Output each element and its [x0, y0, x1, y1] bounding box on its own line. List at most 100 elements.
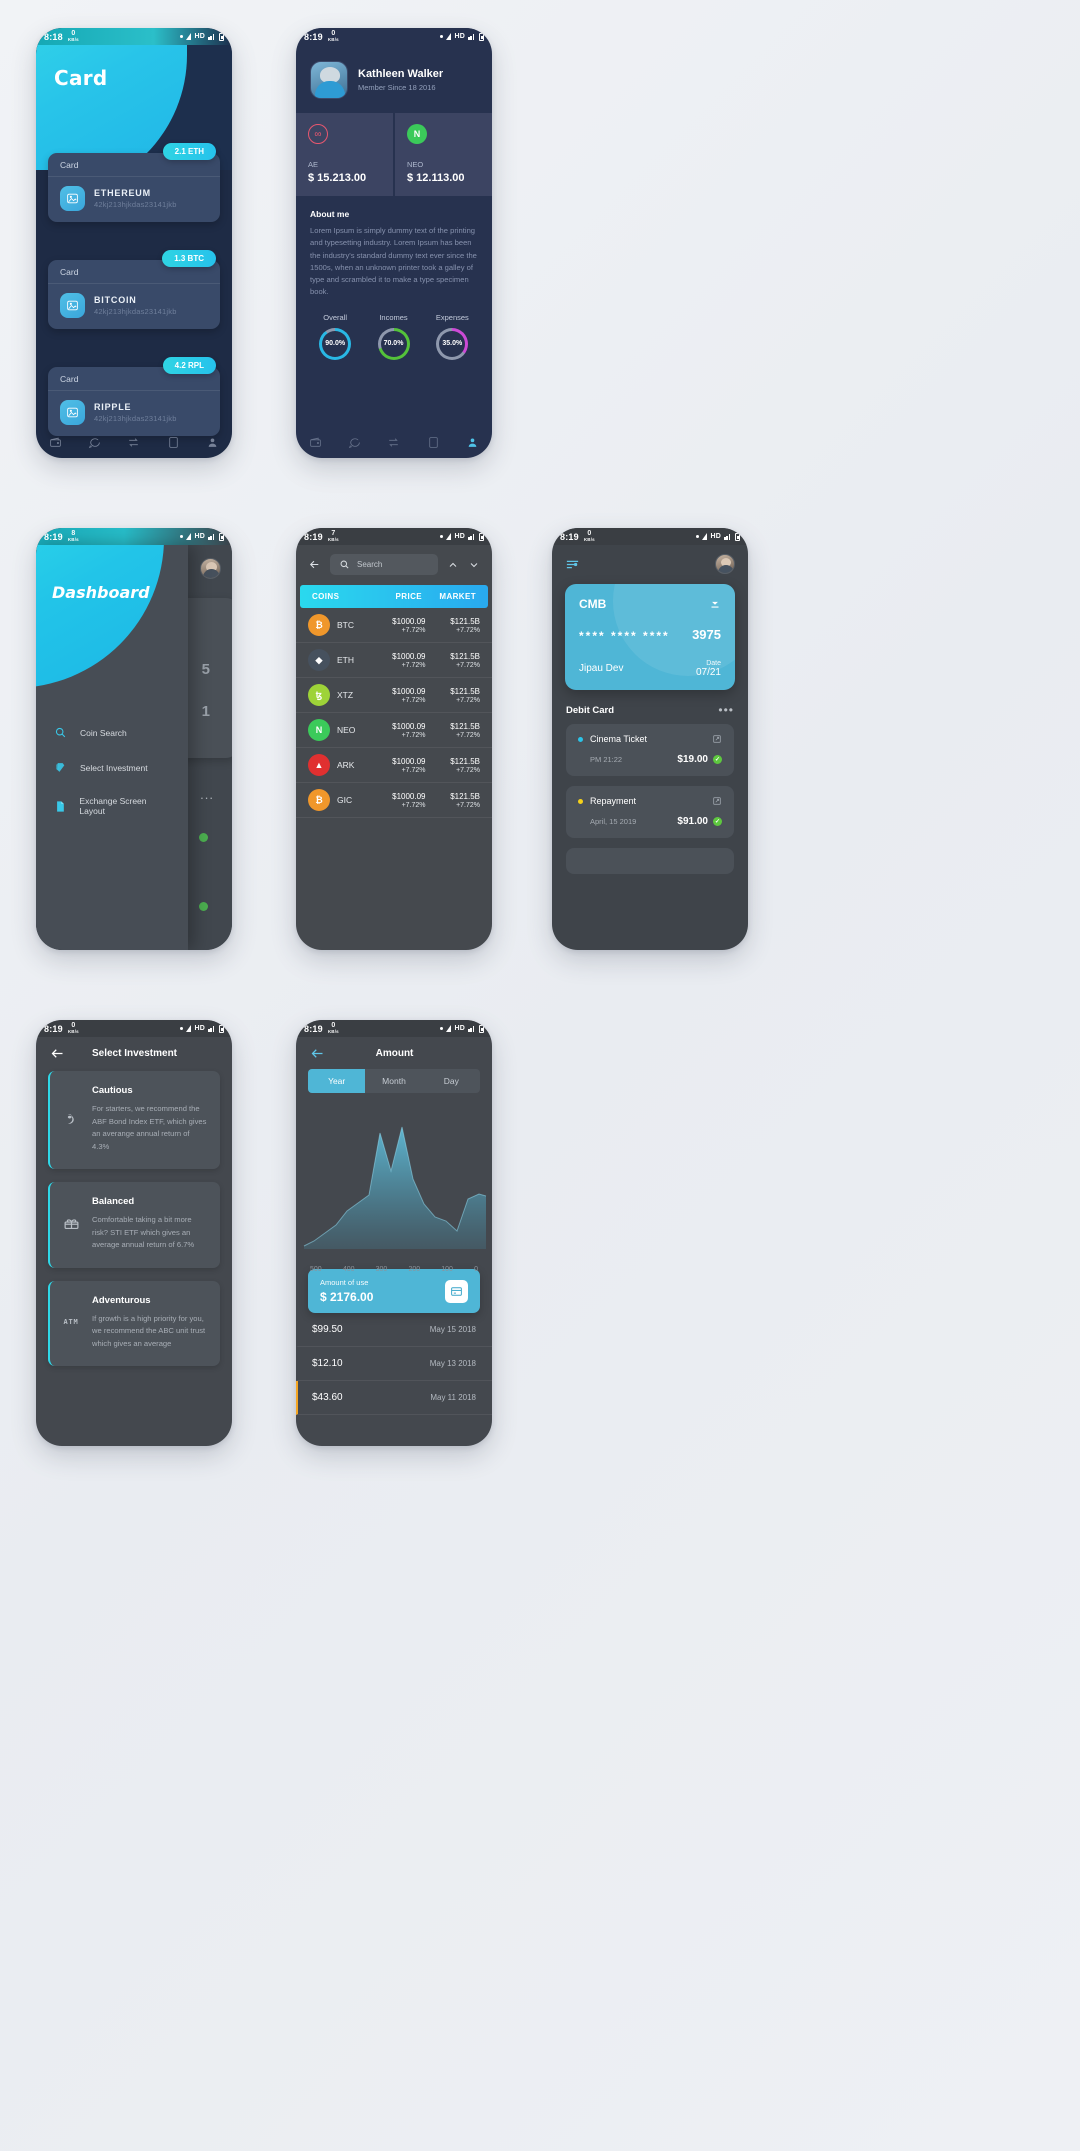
wallet-amount: $ 15.213.00: [308, 172, 367, 184]
open-external-icon[interactable]: [712, 734, 722, 744]
document-icon: [57, 800, 64, 812]
invest-top-bar: Select Investment: [36, 1037, 232, 1071]
bottom-navigation[interactable]: [36, 432, 232, 458]
check-icon: ✓: [713, 817, 722, 826]
coin-hash: 42kj213hjkdas23141jkb: [94, 307, 177, 316]
chart-area: [304, 1127, 486, 1249]
transaction-name: Repayment: [590, 796, 637, 806]
tick-label: 100: [441, 1266, 453, 1273]
ribbon-icon: [50, 1085, 92, 1153]
status-icons: HD: [440, 1023, 484, 1033]
tab-month[interactable]: Month: [365, 1069, 422, 1093]
open-external-icon[interactable]: [712, 796, 722, 806]
usage-area-chart: 500 400 300 200 100 0: [296, 1099, 492, 1273]
drawer-item-exchange-screen-layout[interactable]: Exchange Screen Layout: [36, 785, 188, 827]
search-icon: [340, 560, 349, 569]
table-row[interactable]: ◆ ETH $1000.09 +7.72% $121.5B +7.72%: [296, 643, 492, 678]
chart-svg: [303, 1126, 487, 1249]
table-row[interactable]: ▲ ARK $1000.09 +7.72% $121.5B +7.72%: [296, 748, 492, 783]
nav-person-icon[interactable]: [466, 436, 479, 454]
market-cell: $121.5B +7.72%: [450, 756, 480, 774]
search-bar: Search: [296, 545, 492, 585]
search-input[interactable]: Search: [330, 554, 438, 575]
chevron-up-icon[interactable]: [447, 559, 459, 571]
amount-summary-card[interactable]: Amount of use $ 2176.00: [308, 1269, 480, 1313]
nav-wallet-icon[interactable]: [49, 436, 62, 454]
more-options-icon[interactable]: •••: [718, 703, 734, 717]
avatar[interactable]: [715, 554, 735, 574]
bottom-navigation[interactable]: [296, 432, 492, 458]
transaction-row[interactable]: Cinema Ticket PM 21:22 $19.00 ✓: [566, 724, 734, 776]
battery-icon: [219, 531, 224, 541]
dot-icon: [696, 535, 700, 538]
chevron-down-icon[interactable]: [468, 559, 480, 571]
nav-wallet-icon[interactable]: [309, 436, 322, 454]
status-network-speed: 0 KB/s: [67, 1022, 79, 1034]
signal-triangle-icon: [186, 533, 192, 540]
stat-overall: Overall 90.0%: [319, 313, 352, 360]
hd-label: HD: [194, 1025, 205, 1032]
status-network-speed: 0 KB/s: [327, 30, 339, 42]
table-row[interactable]: ₿ GIC $1000.09 +7.72% $121.5B +7.72%: [296, 783, 492, 818]
status-icons: HD: [696, 531, 740, 541]
card-balance-badge: 4.2 RPL: [162, 357, 216, 374]
download-icon[interactable]: [708, 596, 722, 615]
tab-year[interactable]: Year: [308, 1069, 366, 1093]
investment-option-cautious[interactable]: Cautious For starters, we recommend the …: [48, 1071, 220, 1170]
profile-member-since: Member Since 18 2016: [358, 83, 436, 92]
nav-exchange-icon[interactable]: [127, 436, 140, 454]
background-more-icon: ...: [200, 787, 214, 802]
nav-person-icon[interactable]: [206, 436, 219, 454]
nav-exchange-icon[interactable]: [387, 436, 400, 454]
drawer-item-select-investment[interactable]: Select Investment: [36, 750, 188, 785]
tab-day[interactable]: Day: [423, 1069, 480, 1093]
status-network-speed: 7 KB/s: [327, 530, 339, 542]
battery-icon: [479, 31, 484, 41]
transaction-row-partial[interactable]: [566, 848, 734, 874]
transaction-row[interactable]: Repayment April, 15 2019 $91.00 ✓: [566, 786, 734, 838]
crypto-card-bitcoin[interactable]: 1.3 BTC Card BITCOIN 42kj213hjkdas23141j…: [48, 250, 220, 329]
coin-image-icon: [60, 400, 85, 425]
bank-name: CMB: [579, 597, 607, 611]
price-cell: $1000.09 +7.72%: [392, 651, 426, 669]
dot-icon: [440, 535, 444, 538]
debit-top-bar: [552, 545, 748, 578]
history-row[interactable]: $12.10 May 13 2018: [296, 1347, 492, 1381]
back-arrow-icon[interactable]: [310, 1046, 325, 1061]
nav-cards-icon[interactable]: [167, 436, 180, 454]
battery-icon: [479, 1023, 484, 1033]
history-list: $99.50 May 15 2018 $12.10 May 13 2018 $4…: [296, 1313, 492, 1415]
signal-bars-icon: [208, 533, 216, 540]
nav-chat-icon[interactable]: [348, 436, 361, 454]
card-date-value: 07/21: [695, 667, 721, 678]
signal-triangle-icon: [446, 33, 452, 40]
drawer-item-coin-search[interactable]: Coin Search: [36, 715, 188, 750]
status-bar-card: 8:18 0 KB/s HD: [36, 28, 232, 45]
nav-cards-icon[interactable]: [427, 436, 440, 454]
crypto-card-ethereum[interactable]: 2.1 ETH Card ETHEREUM 42kj213hjkdas23141…: [48, 143, 220, 222]
avatar[interactable]: [200, 558, 221, 579]
table-row[interactable]: ₿ BTC $1000.09 +7.72% $121.5B +7.72%: [296, 608, 492, 643]
nav-chat-icon[interactable]: [88, 436, 101, 454]
filter-icon[interactable]: [565, 557, 580, 572]
wallet-card-neo[interactable]: N NEO $ 12.113.00: [395, 113, 492, 196]
coin-symbol-icon: N: [308, 719, 330, 741]
investment-option-adventurous[interactable]: ATM Adventurous If growth is a high prio…: [48, 1280, 220, 1367]
table-row[interactable]: ꜩ XTZ $1000.09 +7.72% $121.5B +7.72%: [296, 678, 492, 713]
coin-image-icon: [60, 293, 85, 318]
wallet-ticker: AE: [308, 160, 319, 169]
progress-ring: 70.0%: [377, 327, 410, 360]
wallet-card-ae[interactable]: ∞ AE $ 15.213.00: [296, 113, 393, 196]
back-arrow-icon[interactable]: [50, 1046, 65, 1061]
price-cell: $1000.09 +7.72%: [392, 791, 426, 809]
history-row[interactable]: $99.50 May 15 2018: [296, 1313, 492, 1347]
table-row[interactable]: N NEO $1000.09 +7.72% $121.5B +7.72%: [296, 713, 492, 748]
hd-label: HD: [194, 533, 205, 540]
signal-bars-icon: [468, 33, 476, 40]
investment-option-balanced[interactable]: Balanced Comfortable taking a bit more r…: [48, 1182, 220, 1268]
bank-card[interactable]: CMB **** **** **** 3975 Jipau Dev Date 0…: [565, 584, 735, 690]
history-row[interactable]: $43.60 May 11 2018: [296, 1381, 492, 1415]
crypto-card-ripple[interactable]: 4.2 RPL Card RIPPLE 42kj213hjkdas23141jk…: [48, 357, 220, 436]
back-arrow-icon[interactable]: [308, 558, 321, 571]
battery-icon: [219, 31, 224, 41]
